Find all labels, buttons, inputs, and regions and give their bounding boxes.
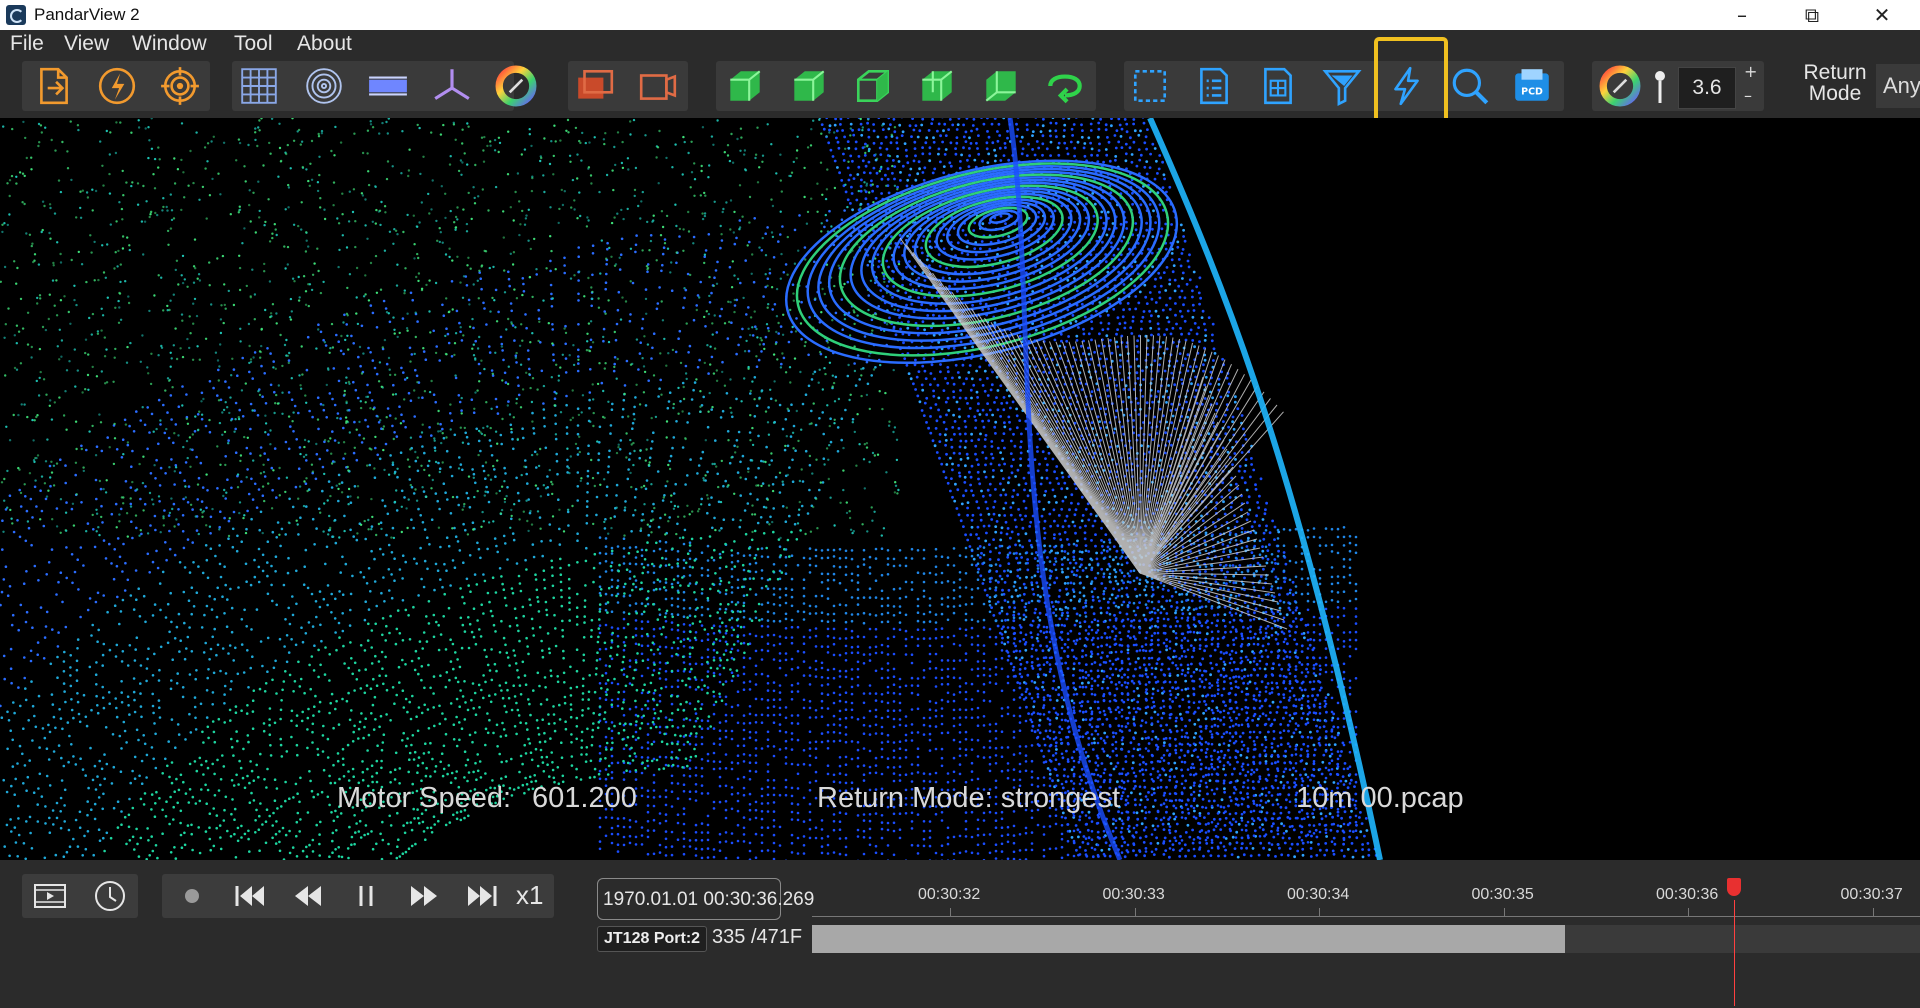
restore-button[interactable]: ⧉ [1782,0,1842,30]
return-mode-readout: Return Mode: strongest [817,782,1121,814]
point-cloud-viewport[interactable]: Motor Speed: 601.200 Return Mode: strong… [0,118,1920,860]
table-icon[interactable] [1256,64,1300,108]
lidar-port-badge: JT128 Port:2 [597,926,708,952]
point-size-decrement[interactable]: – [1744,86,1752,105]
app-logo-icon [6,5,26,25]
toolbar: PCD [0,58,1920,118]
return-mode-label: Return Mode [1800,62,1870,104]
menu-view[interactable]: View [64,32,109,56]
pcd-export-icon[interactable]: PCD [1510,64,1554,108]
highlight-frame [1374,37,1448,131]
return-mode-select[interactable]: Any [1876,64,1920,108]
axes-icon[interactable] [430,64,474,108]
terrain-points [0,118,941,860]
timeline-tick-mark [950,908,951,916]
frame-current: 335 [712,926,746,948]
return-mode-label-line2: Mode [1808,82,1862,105]
skip-to-start-button[interactable] [224,874,276,918]
view-cube-top-icon[interactable] [851,64,895,108]
playback-panel: x1 1970.01.01 00:30:36.269 00:30:32 00:30… [0,860,1920,1008]
timeline-axis [812,916,1920,917]
file-name-readout: 10m 00.pcap [1296,782,1464,814]
connect-lidar-icon[interactable] [95,64,139,108]
ground-plane-icon[interactable] [366,64,410,108]
frame-total: /471F [750,926,803,948]
skip-to-end-button[interactable] [456,874,508,918]
fast-forward-button[interactable] [398,874,450,918]
menu-tool[interactable]: Tool [234,32,273,56]
timeline-tick-label: 00:30:33 [1102,886,1165,903]
point-cloud-canvas[interactable] [0,118,1920,860]
camera-frame-icon[interactable] [573,64,617,108]
point-size-field[interactable]: 3.6 [1678,67,1736,109]
timeline-tick-label: 00:30:36 [1656,886,1719,903]
timeline-tick-mark [1134,908,1136,916]
return-mode-label-line1: Return [1803,61,1867,84]
rewind-button[interactable] [282,874,334,918]
search-icon[interactable] [1448,64,1492,108]
playback-speed[interactable]: x1 [516,880,543,911]
window-title: PandarView 2 [34,5,140,24]
view-cube-side-icon[interactable] [787,64,831,108]
camera-frame-alt-icon[interactable] [636,64,680,108]
open-file-icon[interactable] [32,64,76,108]
target-icon[interactable] [158,64,202,108]
rings-icon[interactable] [302,64,346,108]
view-cube-front-icon[interactable] [723,64,767,108]
close-button[interactable]: ✕ [1852,0,1912,30]
point-size-icon [1640,64,1680,108]
color-palette-icon[interactable] [1598,64,1642,108]
pause-button[interactable] [340,874,392,918]
svg-text:PCD: PCD [1521,86,1543,97]
point-size-increment[interactable]: + [1744,62,1757,81]
filter-icon[interactable] [1320,64,1364,108]
selection-box-icon[interactable] [1128,64,1172,108]
list-icon[interactable] [1192,64,1236,108]
timeline-tick-mark [1319,908,1320,916]
frame-counter: 335 /471F [712,926,802,949]
timeline-tick-label: 00:30:34 [1287,886,1350,903]
rotate-view-icon[interactable] [1043,64,1087,108]
current-timestamp: 1970.01.01 00:30:36.269 [597,878,814,920]
record-button[interactable] [166,874,218,918]
timeline-tick-mark [1503,908,1505,916]
timeline-progress-bar[interactable] [812,925,1920,953]
timeline-tick-mark [1872,908,1874,916]
title-bar: PandarView 2 – ⧉ ✕ [0,0,1920,30]
motor-speed-label: Motor Speed: [337,782,512,814]
toolbar-group-views [716,61,1096,111]
timeline-cursor-handle[interactable] [1727,878,1741,896]
menu-window[interactable]: Window [132,32,207,56]
menu-bar: File View Window Tool About [0,30,1920,58]
timeline-tick-mark [1688,908,1689,916]
color-wheel-icon[interactable] [494,64,538,108]
film-icon[interactable] [24,874,76,918]
menu-file[interactable]: File [10,32,44,56]
timeline-tick-label: 00:30:35 [1471,886,1534,903]
motor-speed-value: 601.200 [532,782,637,814]
timeline-tick-label: 00:30:32 [918,886,981,903]
timeline-progress-fill [812,925,1566,953]
timeline-cursor-line [1734,900,1735,1006]
grid-icon[interactable] [237,64,281,108]
view-cube-left-icon[interactable] [915,64,959,108]
minimize-button[interactable]: – [1712,0,1772,30]
timeline-tick-label: 00:30:37 [1840,886,1903,903]
clock-icon[interactable] [84,874,136,918]
view-cube-back-icon[interactable] [979,64,1023,108]
menu-about[interactable]: About [297,32,352,56]
